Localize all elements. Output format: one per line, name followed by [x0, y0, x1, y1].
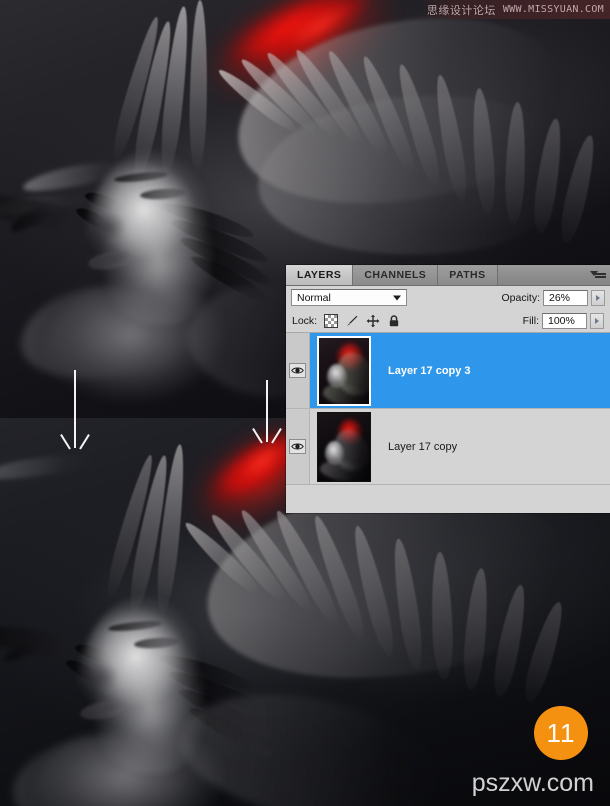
annotation-arrow-left [66, 370, 84, 448]
opacity-slider-arrow-icon[interactable] [591, 289, 605, 306]
fill-input[interactable]: 100% [542, 312, 587, 329]
opacity-label: Opacity: [501, 291, 540, 304]
lock-transparent-pixels-icon[interactable] [324, 313, 339, 328]
step-number: 11 [546, 718, 576, 748]
nose-shadow [92, 212, 126, 242]
lock-row: Lock: Fill: 100% [286, 309, 610, 333]
tab-paths[interactable]: PATHS [438, 265, 498, 285]
step-number-badge: 11 [534, 706, 588, 760]
arrow-head-icon [259, 428, 275, 443]
fill-control: Fill: 100% [522, 312, 604, 329]
layer-thumbnail [317, 411, 371, 482]
arrow-head-icon [67, 434, 83, 449]
lock-label: Lock: [292, 314, 318, 327]
layer-list: Layer 17 copy 3 Layer 17 copy [286, 333, 610, 485]
photoshop-layers-panel[interactable]: LAYERS CHANNELS PATHS Normal Opacity: 26… [286, 265, 610, 513]
fill-label: Fill: [522, 314, 539, 327]
tab-channels[interactable]: CHANNELS [353, 265, 439, 285]
layer-thumbnail-cell[interactable] [310, 333, 378, 408]
nose-shadow [84, 662, 118, 692]
layer-row[interactable]: Layer 17 copy [286, 409, 610, 485]
opacity-control: Opacity: 26% [501, 289, 605, 306]
fill-slider-arrow-icon[interactable] [590, 312, 604, 329]
lock-position-move-icon[interactable] [366, 314, 380, 328]
layer-thumbnail-cell[interactable] [310, 409, 378, 484]
layer-name: Layer 17 copy [388, 440, 458, 453]
eye-icon[interactable] [289, 439, 306, 454]
site-branding-text: pszxw.com [471, 769, 594, 797]
eye-icon[interactable] [289, 363, 306, 378]
layer-visibility-cell [286, 333, 310, 408]
blend-mode-value: Normal [297, 291, 331, 304]
chevron-down-icon [393, 295, 401, 300]
blend-mode-select[interactable]: Normal [291, 289, 407, 306]
lock-all-padlock-icon[interactable] [387, 314, 401, 328]
annotation-arrow-right [258, 380, 276, 442]
panel-tab-bar: LAYERS CHANNELS PATHS [286, 265, 610, 286]
opacity-input[interactable]: 26% [543, 289, 588, 306]
lock-image-pixels-brush-icon[interactable] [345, 314, 359, 328]
layer-name: Layer 17 copy 3 [388, 364, 471, 377]
screenshot-root: 思缘设计论坛 WWW.MISSYUAN.COM LAYERS CHANNELS … [0, 0, 610, 806]
panel-menu-icon[interactable] [590, 269, 606, 281]
tab-layers[interactable]: LAYERS [286, 265, 354, 285]
layer-thumbnail [317, 335, 371, 406]
blend-mode-row: Normal Opacity: 26% [286, 286, 610, 309]
layer-visibility-cell [286, 409, 310, 484]
layer-row-selected[interactable]: Layer 17 copy 3 [286, 333, 610, 409]
